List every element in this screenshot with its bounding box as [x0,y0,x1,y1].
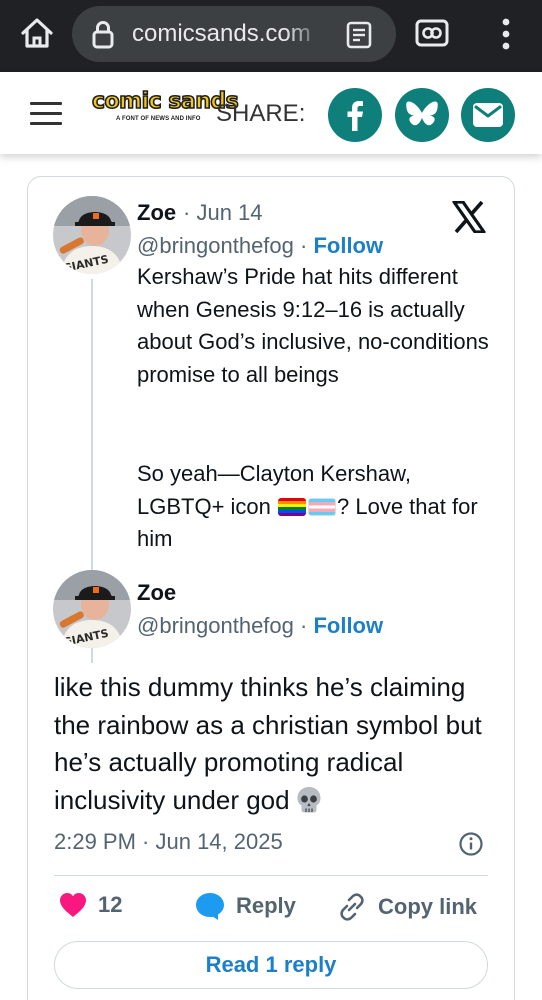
copy-link-label: Copy link [378,894,478,919]
email-icon [473,103,503,127]
heart-icon [60,893,86,917]
logo-tagline: A FONT OF NEWS AND INFO [116,116,201,122]
handle-separator: · [293,613,314,638]
reply-bubble-icon [196,893,224,920]
follow-button[interactable]: Follow [313,613,383,638]
url-text[interactable]: comicsands.com [132,20,324,48]
like-count: 12 [98,892,123,917]
quoted-tweet-text-p1: Kershaw’s Pride hat hits different when … [137,264,489,387]
divider [54,875,488,876]
quoted-tweet-text-p2: So yeah—Clayton Kershaw, LGBTQ+ icon ? L… [137,458,497,556]
avatar[interactable]: GIANTS [53,570,131,648]
reader-mode-icon[interactable] [344,20,374,50]
main-tweet-body: like this dummy thinks he’s claiming the… [54,672,482,815]
facebook-icon [347,101,363,131]
copy-link-button[interactable]: Copy link [336,891,477,923]
logo-wordmark: comic sands [91,89,239,115]
tab-switcher-icon[interactable] [415,18,449,48]
main-tweet-text: like this dummy thinks he’s claiming the… [54,669,504,819]
more-vert-icon[interactable] [493,14,519,54]
embedded-tweet: GIANTS Zoe · Jun 14 @bringonthefog · Fol… [27,176,515,1000]
site-logo[interactable]: comic sands A FONT OF NEWS AND INFO [91,89,239,138]
transgender-flag-icon [308,497,337,516]
share-email-button[interactable] [461,88,515,142]
author-handle[interactable]: @bringonthefog [137,233,294,258]
avatar[interactable]: GIANTS [53,196,131,274]
info-icon[interactable] [458,831,484,857]
tweet-date[interactable]: · Jun 14 [183,200,263,226]
reply-button[interactable]: Reply [194,891,296,921]
date-separator: · [183,200,191,225]
tweet-actions: 12 Reply Copy link [54,891,494,927]
date-text: Jun 14 [196,200,263,225]
author-handle-row: @bringonthefog · Follow [137,233,383,259]
hamburger-menu-icon[interactable] [30,102,62,126]
author-handle[interactable]: @bringonthefog [137,613,294,638]
bluesky-icon [406,101,438,126]
share-facebook-button[interactable] [328,88,382,142]
read-replies-button[interactable]: Read 1 reply [54,941,488,989]
share-bluesky-button[interactable] [395,88,449,142]
reply-label: Reply [236,893,296,918]
rainbow-flag-icon [278,497,307,516]
site-header: comic sands A FONT OF NEWS AND INFO SHAR… [0,72,542,154]
share-label: SHARE: [216,100,306,127]
browser-toolbar: comicsands.com [0,0,542,72]
author-name[interactable]: Zoe [137,200,176,226]
author-handle-row: @bringonthefog · Follow [137,613,383,639]
lock-icon[interactable] [88,19,118,49]
follow-button[interactable]: Follow [313,233,383,258]
skull-emoji-icon [296,786,322,814]
author-name[interactable]: Zoe [137,580,176,606]
address-bar[interactable]: comicsands.com [72,6,396,62]
tweet-timestamp[interactable]: 2:29 PM · Jun 14, 2025 [54,829,283,855]
handle-separator: · [293,233,314,258]
like-button[interactable]: 12 [58,891,122,919]
link-icon [340,893,364,921]
x-logo-icon[interactable] [452,200,486,234]
home-icon[interactable] [18,14,56,52]
